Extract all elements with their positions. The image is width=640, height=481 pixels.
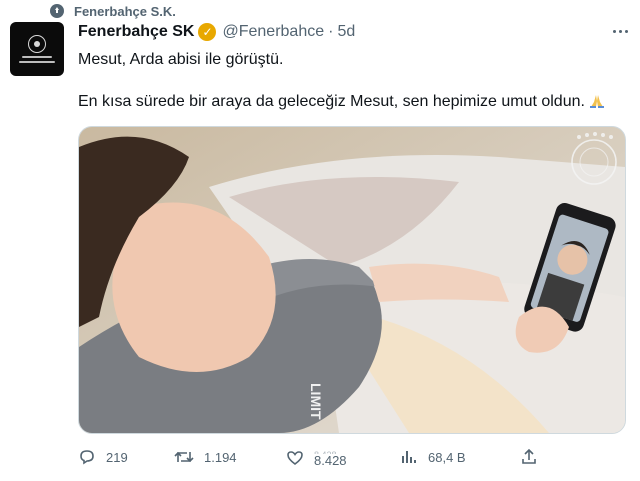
retweet-icon — [174, 451, 194, 463]
like-button[interactable]: 8.428 8.428 — [286, 448, 347, 468]
heart-icon — [287, 451, 303, 465]
display-name[interactable]: Fenerbahçe SK — [78, 23, 194, 41]
club-crest-icon — [28, 35, 46, 53]
social-context-label: Fenerbahçe S.K. — [74, 3, 176, 19]
share-button[interactable] — [520, 448, 538, 466]
verified-badge-icon[interactable]: ✓ — [198, 23, 217, 41]
pin-icon — [50, 4, 64, 18]
views-icon — [402, 451, 416, 463]
avatar-text-line — [19, 61, 55, 63]
tweet-media-photo[interactable]: LIMIT — [78, 126, 626, 434]
retweet-count: 1.194 — [204, 449, 237, 465]
timestamp[interactable]: 5d — [337, 23, 355, 41]
retweet-button[interactable]: 1.194 — [174, 448, 237, 466]
tweet-line-2: En kısa sürede bir araya da geleceğiz Me… — [78, 92, 628, 112]
tweet-line-1: Mesut, Arda abisi ile görüştü. — [78, 51, 284, 68]
separator: · — [328, 23, 334, 40]
view-count: 68,4 B — [428, 449, 466, 465]
social-context[interactable]: Fenerbahçe S.K. — [50, 0, 176, 22]
reply-count: 219 — [106, 449, 128, 465]
like-count-group: 8.428 8.428 — [314, 448, 347, 468]
views-button[interactable]: 68,4 B — [400, 448, 466, 466]
photo-illustration: LIMIT — [79, 127, 625, 433]
like-count: 8.428 — [314, 453, 347, 468]
avatar[interactable] — [10, 22, 64, 76]
user-handle[interactable]: @Fenerbahce — [222, 23, 324, 41]
folded-hands-icon — [590, 95, 605, 108]
tweet-text: Mesut, Arda abisi ile görüştü. En kısa s… — [78, 50, 628, 112]
more-options-icon[interactable] — [613, 30, 628, 33]
avatar-text-line — [22, 56, 52, 58]
reply-icon — [80, 450, 94, 465]
share-icon — [522, 448, 536, 464]
tweet-line-2-text: En kısa sürede bir araya da geleceğiz Me… — [78, 93, 585, 110]
sleeve-text: LIMIT — [308, 383, 324, 420]
reply-button[interactable]: 219 — [78, 448, 128, 466]
tweet-header: Fenerbahçe SK ✓ @Fenerbahce · 5d — [78, 23, 355, 41]
